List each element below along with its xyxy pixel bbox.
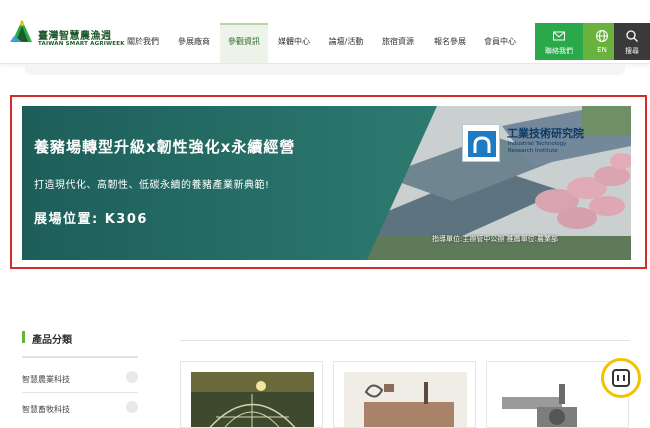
search-button[interactable]: 搜尋 xyxy=(614,23,650,60)
itri-name-cn: 工業技術研究院 xyxy=(507,127,584,140)
product-card[interactable] xyxy=(333,361,476,428)
itri-logo-icon xyxy=(468,131,496,157)
search-label: 搜尋 xyxy=(625,47,639,55)
category-divider xyxy=(22,356,138,358)
itri-name-en: Industrial Technology Research Institute xyxy=(508,141,566,154)
nav-item-exhibitors[interactable]: 參展廠商 xyxy=(172,23,216,63)
chat-icon xyxy=(612,369,630,387)
product-grid-divider xyxy=(180,340,630,341)
mail-icon xyxy=(553,31,565,41)
nav-item-media[interactable]: 媒體中心 xyxy=(272,23,316,63)
nav-item-visit-info[interactable]: 參觀資訊 xyxy=(220,23,268,63)
search-icon xyxy=(626,30,638,42)
category-separator xyxy=(22,392,138,393)
banner-title: 養豬場轉型升級x韌性強化x永續經營 xyxy=(34,138,296,156)
site-header: 臺灣智慧農漁週 TAIWAN SMART AGRIWEEK 關於我們 參展廠商 … xyxy=(0,0,650,64)
category-item-label: 智慧畜牧科技 xyxy=(22,405,70,414)
product-image-tool xyxy=(344,372,467,427)
contact-button[interactable]: 聯絡我們 xyxy=(535,23,583,60)
product-card[interactable] xyxy=(180,361,323,428)
nav-item-forum[interactable]: 論壇/活動 xyxy=(322,23,370,63)
category-title: 產品分類 xyxy=(32,335,72,346)
nav-item-lodging[interactable]: 旅宿資源 xyxy=(376,23,420,63)
category-item-label: 智慧農業科技 xyxy=(22,375,70,384)
banner-booth-location: 展場位置: K306 xyxy=(34,212,148,227)
expand-icon[interactable] xyxy=(126,371,138,383)
logo-mark-icon xyxy=(10,20,32,42)
floating-chat-button[interactable] xyxy=(601,358,641,398)
product-image-dome xyxy=(191,372,314,427)
itri-logo xyxy=(462,124,500,162)
category-item-smart-agri[interactable]: 智慧農業科技 xyxy=(22,368,138,390)
logo-name-cn: 臺灣智慧農漁週 xyxy=(38,31,112,42)
globe-icon xyxy=(596,30,608,42)
logo-name-en: TAIWAN SMART AGRIWEEK xyxy=(38,41,125,47)
contact-label: 聯絡我們 xyxy=(545,47,573,55)
itri-name-en-line2: Research Institute xyxy=(508,147,558,154)
site-logo[interactable]: 臺灣智慧農漁週 TAIWAN SMART AGRIWEEK xyxy=(10,14,130,54)
product-image xyxy=(191,372,314,427)
category-title-accent xyxy=(22,331,25,343)
product-image xyxy=(344,372,467,427)
itri-name-en-line1: Industrial Technology xyxy=(508,141,567,147)
nav-item-register[interactable]: 報名參展 xyxy=(428,23,472,63)
header-subband xyxy=(25,65,625,75)
nav-item-about[interactable]: 關於我們 xyxy=(122,23,164,63)
nav-item-member[interactable]: 會員中心 xyxy=(478,23,522,63)
banner-subtitle: 打造現代化、高韌性、低碳永續的養豬產業新典範! xyxy=(34,180,270,191)
banner-credit: 指導單位:主辦管中公辦 推薦單位:農業部 xyxy=(432,235,558,243)
language-label: EN xyxy=(597,46,607,54)
promo-banner[interactable]: 養豬場轉型升級x韌性強化x永續經營 打造現代化、高韌性、低碳永續的養豬產業新典範… xyxy=(22,106,631,260)
expand-icon[interactable] xyxy=(126,401,138,413)
category-item-smart-livestock[interactable]: 智慧畜牧科技 xyxy=(22,398,138,420)
